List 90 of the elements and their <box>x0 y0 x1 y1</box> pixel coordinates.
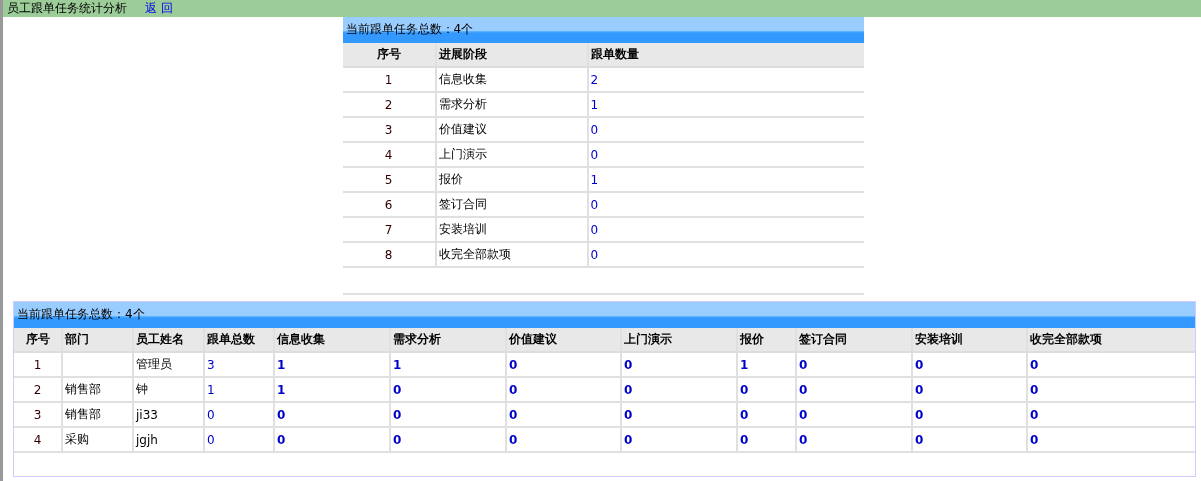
table-cell: 0 <box>912 377 1027 402</box>
table-cell: 0 <box>506 402 621 427</box>
column-header: 部门 <box>62 328 133 352</box>
table-cell: 0 <box>912 427 1027 452</box>
table-cell: 0 <box>796 352 912 377</box>
table-cell: 上门演示 <box>435 142 588 167</box>
table-cell: 0 <box>204 402 274 427</box>
caption-text: 当前跟单任务总数：4个 <box>345 21 474 38</box>
column-header: 信息收集 <box>274 328 390 352</box>
table-cell: 0 <box>1027 402 1195 427</box>
table-cell: 0 <box>204 427 274 452</box>
table-cell: 0 <box>1027 427 1195 452</box>
column-header: 上门演示 <box>621 328 737 352</box>
table-cell: 0 <box>506 427 621 452</box>
table-cell: 0 <box>587 142 864 167</box>
table-cell: 0 <box>737 427 796 452</box>
table-cell: 5 <box>342 167 436 192</box>
table-cell: 0 <box>506 377 621 402</box>
back-link[interactable]: 返 回 <box>145 0 173 17</box>
column-header: 跟单总数 <box>204 328 274 352</box>
table-cell: 2 <box>342 92 436 117</box>
column-header: 收完全部款项 <box>1027 328 1195 352</box>
table-cell: 0 <box>912 352 1027 377</box>
column-header: 安装培训 <box>912 328 1027 352</box>
table-cell: 1 <box>342 67 436 92</box>
caption-text: 当前跟单任务总数：4个 <box>17 306 145 323</box>
table-cell: 0 <box>506 352 621 377</box>
table-cell: 4 <box>342 142 436 167</box>
table-cell: 销售部 <box>62 377 133 402</box>
page-title: 员工跟单任务统计分析 <box>7 0 127 17</box>
column-header: 进展阶段 <box>435 43 588 67</box>
table-cell: 管理员 <box>133 352 204 377</box>
table-cell: 采购 <box>62 427 133 452</box>
column-header: 签订合同 <box>796 328 912 352</box>
table-cell: 0 <box>390 377 506 402</box>
table-cell: 价值建议 <box>435 117 588 142</box>
table-cell: 0 <box>621 402 737 427</box>
table-cell: jgjh <box>133 427 204 452</box>
table-cell: 0 <box>796 402 912 427</box>
table-cell: 0 <box>390 402 506 427</box>
table-cell: 0 <box>796 427 912 452</box>
table-cell: 0 <box>1027 352 1195 377</box>
table-cell: 0 <box>587 192 864 217</box>
table-cell: 0 <box>274 427 390 452</box>
table-cell: 1 <box>14 352 62 377</box>
table-cell: 0 <box>737 377 796 402</box>
table-cell: 0 <box>274 402 390 427</box>
table-cell: 报价 <box>435 167 588 192</box>
table-cell: 0 <box>621 377 737 402</box>
table-cell: 3 <box>204 352 274 377</box>
table-cell: 2 <box>587 67 864 92</box>
column-header: 报价 <box>737 328 796 352</box>
table-cell: 0 <box>912 402 1027 427</box>
table-cell: 0 <box>621 352 737 377</box>
table-cell: 1 <box>204 377 274 402</box>
table-cell: 4 <box>14 427 62 452</box>
table-cell: 钟 <box>133 377 204 402</box>
column-header: 序号 <box>342 43 436 67</box>
table-cell: 1 <box>587 92 864 117</box>
column-header: 序号 <box>14 328 62 352</box>
table-cell: 0 <box>1027 377 1195 402</box>
column-header: 价值建议 <box>506 328 621 352</box>
table-cell: ji33 <box>133 402 204 427</box>
table-cell: 3 <box>342 117 436 142</box>
table-cell: 1 <box>737 352 796 377</box>
table-cell: 销售部 <box>62 402 133 427</box>
table-cell: 收完全部款项 <box>435 242 588 267</box>
column-header: 跟单数量 <box>587 43 864 67</box>
column-header: 需求分析 <box>390 328 506 352</box>
table-cell: 安装培训 <box>435 217 588 242</box>
table-cell: 0 <box>737 402 796 427</box>
table-cell: 1 <box>274 352 390 377</box>
table-cell: 1 <box>390 352 506 377</box>
table-cell: 0 <box>796 377 912 402</box>
table-cell: 0 <box>587 117 864 142</box>
table-cell: 信息收集 <box>435 67 588 92</box>
table-cell: 0 <box>390 427 506 452</box>
table-cell: 0 <box>621 427 737 452</box>
table-cell: 0 <box>587 217 864 242</box>
table-cell: 1 <box>274 377 390 402</box>
table-cell: 3 <box>14 402 62 427</box>
table-cell: 8 <box>342 242 436 267</box>
table-cell: 0 <box>587 242 864 267</box>
column-header: 员工姓名 <box>133 328 204 352</box>
table-cell: 1 <box>587 167 864 192</box>
table-cell: 6 <box>342 192 436 217</box>
table-cell: 7 <box>342 217 436 242</box>
table-cell: 签订合同 <box>435 192 588 217</box>
table-cell: 需求分析 <box>435 92 588 117</box>
table-cell: 2 <box>14 377 62 402</box>
